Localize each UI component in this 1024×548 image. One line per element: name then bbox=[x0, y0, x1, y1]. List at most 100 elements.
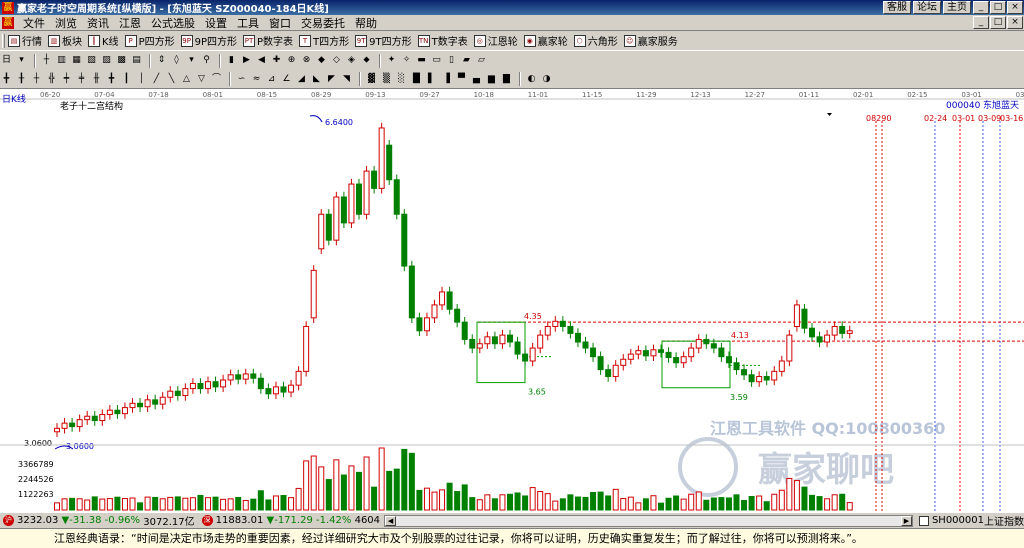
menu-gann[interactable]: 江恩 bbox=[114, 15, 146, 31]
indicator-tool-12-icon[interactable]: △ bbox=[180, 73, 193, 86]
indicator-tool-24-icon[interactable]: ▒ bbox=[380, 73, 393, 86]
indicator-tool-19-icon[interactable]: ◢ bbox=[295, 73, 308, 86]
draw-tool-3-icon[interactable]: ▥ bbox=[55, 54, 68, 67]
toolbar-button-9[interactable]: ◎ 江恩轮 bbox=[473, 33, 518, 48]
draw-tool-26-icon[interactable]: ▭ bbox=[430, 54, 443, 67]
indicator-tool-1-icon[interactable]: ╂ bbox=[15, 73, 28, 86]
menu-formula[interactable]: 公式选股 bbox=[146, 15, 200, 31]
mdi-close-button[interactable]: × bbox=[1007, 16, 1023, 29]
indicator-tool-31-icon[interactable]: ▆ bbox=[485, 73, 498, 86]
draw-tool-25-icon[interactable]: ▬ bbox=[415, 54, 428, 67]
indicator-tool-16-icon[interactable]: ≈ bbox=[250, 73, 263, 86]
indicator-tool-28-icon[interactable]: ▐ bbox=[440, 73, 453, 86]
indicator-tool-33-icon[interactable]: ◐ bbox=[525, 73, 538, 86]
forum-link[interactable]: 论坛 bbox=[913, 1, 941, 14]
scroll-right-icon[interactable]: ▶ bbox=[900, 515, 912, 526]
indicator-tool-17-icon[interactable]: ⊿ bbox=[265, 73, 278, 86]
draw-tool-2-icon[interactable]: ┼ bbox=[40, 54, 53, 67]
mdi-restore-button[interactable]: □ bbox=[990, 16, 1006, 29]
draw-tool-8-icon[interactable]: ▤ bbox=[130, 54, 143, 67]
toolbar-button-11[interactable]: ⬡ 六角形 bbox=[573, 33, 618, 48]
draw-tool-11-icon[interactable]: ▾ bbox=[185, 54, 198, 67]
indicator-tool-4-icon[interactable]: ┿ bbox=[60, 73, 73, 86]
draw-tool-29-icon[interactable]: ▱ bbox=[475, 54, 488, 67]
menu-trade[interactable]: 交易委托 bbox=[296, 15, 350, 31]
indicator-tool-18-icon[interactable]: ∠ bbox=[280, 73, 293, 86]
draw-tool-4-icon[interactable]: ▦ bbox=[70, 54, 83, 67]
mdi-minimize-button[interactable]: _ bbox=[973, 16, 989, 29]
indicator-tool-10-icon[interactable]: ╱ bbox=[150, 73, 163, 86]
indicator-tool-8-icon[interactable]: ┃ bbox=[120, 73, 133, 86]
indicator-tool-29-icon[interactable]: ▀ bbox=[455, 73, 468, 86]
menu-window[interactable]: 窗口 bbox=[264, 15, 296, 31]
menu-browse[interactable]: 浏览 bbox=[50, 15, 82, 31]
home-link[interactable]: 主页 bbox=[943, 1, 971, 14]
menu-file[interactable]: 文件 bbox=[18, 15, 50, 31]
draw-tool-1-icon[interactable]: ▾ bbox=[15, 54, 28, 67]
draw-tool-28-icon[interactable]: ▰ bbox=[460, 54, 473, 67]
indicator-tool-5-icon[interactable]: ╪ bbox=[75, 73, 88, 86]
draw-tool-13-icon[interactable]: ▮ bbox=[225, 54, 238, 67]
indicator-tool-7-icon[interactable]: ╋ bbox=[105, 73, 118, 86]
close-button[interactable]: × bbox=[1007, 1, 1023, 14]
indicator-tool-23-icon[interactable]: ▓ bbox=[365, 73, 378, 86]
draw-tool-22-icon[interactable]: ⬥ bbox=[360, 54, 373, 67]
indicator-tool-25-icon[interactable]: ░ bbox=[395, 73, 408, 86]
indicator-tool-34-icon[interactable]: ◑ bbox=[540, 73, 553, 86]
menu-tools[interactable]: 工具 bbox=[232, 15, 264, 31]
index-selector[interactable]: SH000001 上证指数 bbox=[918, 513, 1024, 528]
draw-tool-24-icon[interactable]: ✧ bbox=[400, 54, 413, 67]
toolbar-button-5[interactable]: PT P数字表 bbox=[243, 33, 293, 48]
toolbar-button-7[interactable]: 9T 9T四方形 bbox=[355, 33, 412, 48]
draw-tool-12-icon[interactable]: ⚲ bbox=[200, 54, 213, 67]
maximize-button[interactable]: □ bbox=[990, 1, 1006, 14]
draw-tool-14-icon[interactable]: ▶ bbox=[240, 54, 253, 67]
toolbar-button-2[interactable]: ┃ K线 bbox=[88, 33, 119, 48]
indicator-tool-2-icon[interactable]: ┼ bbox=[30, 73, 43, 86]
indicator-tool-0-icon[interactable]: ╋ bbox=[0, 73, 13, 86]
indicator-tool-6-icon[interactable]: ╫ bbox=[90, 73, 103, 86]
draw-tool-5-icon[interactable]: ▧ bbox=[85, 54, 98, 67]
draw-tool-19-icon[interactable]: ◆ bbox=[315, 54, 328, 67]
menu-settings[interactable]: 设置 bbox=[200, 15, 232, 31]
toolbar-button-10[interactable]: ◉ 赢家轮 bbox=[523, 33, 568, 48]
indicator-tool-15-icon[interactable]: ∽ bbox=[235, 73, 248, 86]
indicator-tool-22-icon[interactable]: ◥ bbox=[340, 73, 353, 86]
sz-index[interactable]: 深 11883.01 ▼-171.29 -1.42% 4604 bbox=[199, 515, 380, 526]
draw-tool-6-icon[interactable]: ▨ bbox=[100, 54, 113, 67]
dropdown-triangle-icon[interactable] bbox=[827, 113, 832, 116]
toolbar-button-6[interactable]: T T四方形 bbox=[299, 33, 349, 48]
service-link[interactable]: 客服 bbox=[883, 1, 911, 14]
status-scrollbar[interactable]: ◀ ▶ bbox=[384, 514, 913, 527]
draw-tool-21-icon[interactable]: ◈ bbox=[345, 54, 358, 67]
draw-tool-18-icon[interactable]: ⊗ bbox=[300, 54, 313, 67]
indicator-tool-21-icon[interactable]: ◤ bbox=[325, 73, 338, 86]
toolbar-button-0[interactable]: ▤ 行情 bbox=[8, 33, 42, 48]
draw-tool-27-icon[interactable]: ▯ bbox=[445, 54, 458, 67]
menu-help[interactable]: 帮助 bbox=[350, 15, 382, 31]
draw-tool-7-icon[interactable]: ▩ bbox=[115, 54, 128, 67]
draw-tool-20-icon[interactable]: ◇ bbox=[330, 54, 343, 67]
draw-tool-0-icon[interactable]: 日 bbox=[0, 54, 13, 67]
toolbar-button-12[interactable]: ☺ 赢家服务 bbox=[623, 33, 678, 48]
indicator-tool-14-icon[interactable]: ⌒ bbox=[210, 73, 223, 86]
minimize-button[interactable]: _ bbox=[973, 1, 989, 14]
draw-tool-15-icon[interactable]: ◀ bbox=[255, 54, 268, 67]
indicator-tool-3-icon[interactable]: ╬ bbox=[45, 73, 58, 86]
draw-tool-23-icon[interactable]: ✦ bbox=[385, 54, 398, 67]
draw-tool-10-icon[interactable]: ◊ bbox=[170, 54, 183, 67]
indicator-tool-20-icon[interactable]: ◣ bbox=[310, 73, 323, 86]
draw-tool-16-icon[interactable]: ✚ bbox=[270, 54, 283, 67]
scroll-left-icon[interactable]: ◀ bbox=[385, 515, 397, 526]
indicator-tool-11-icon[interactable]: ╲ bbox=[165, 73, 178, 86]
chart-panel[interactable]: 06-20 07-04 07-18 08-01 08-15 08-29 09-13 09-27… bbox=[0, 89, 1024, 512]
draw-tool-9-icon[interactable]: ⇕ bbox=[155, 54, 168, 67]
indicator-tool-32-icon[interactable]: ▇ bbox=[500, 73, 513, 86]
toolbar-button-3[interactable]: P P四方形 bbox=[124, 33, 175, 48]
indicator-tool-9-icon[interactable]: │ bbox=[135, 73, 148, 86]
indicator-tool-27-icon[interactable]: ▌ bbox=[425, 73, 438, 86]
toolbar-button-4[interactable]: 9P 9P四方形 bbox=[180, 33, 237, 48]
menu-news[interactable]: 资讯 bbox=[82, 15, 114, 31]
sh-index[interactable]: 沪 3232.03 ▼-31.38 -0.96% 3072.17亿 bbox=[0, 513, 195, 528]
toolbar-grip[interactable] bbox=[2, 33, 5, 48]
